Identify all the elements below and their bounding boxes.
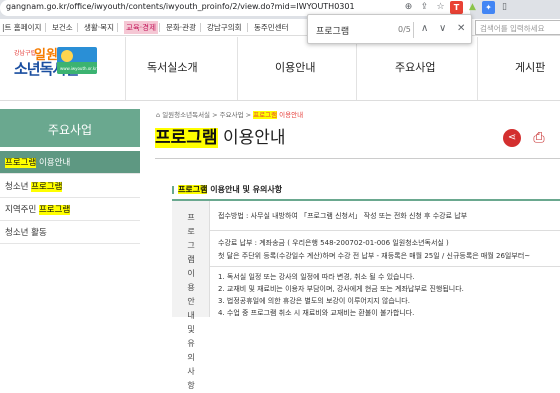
find-close-icon[interactable]: ✕ (457, 23, 465, 34)
sidebar-toggle-icon[interactable]: ▯ (498, 1, 511, 14)
share-icon[interactable]: ⇪ (418, 1, 431, 14)
sidebar-item-program-guide[interactable]: 프로그램 이용안내 (0, 151, 140, 174)
extension-triangle-icon[interactable]: ▲ (466, 1, 479, 14)
find-bar: 프로그램 0/5 ∧ ∨ ✕ (307, 14, 472, 44)
table-row: 접수방법 : 사무실 내방하여 「프로그램 신청서」 작성 또는 전화 신청 후… (210, 201, 560, 231)
browser-chrome: gangnam.go.kr/office/iwyouth/contents/iw… (0, 0, 560, 36)
list-item: 3. 법정공휴일에 의한 휴강은 별도의 보강이 이루어지지 않습니다. (218, 297, 410, 305)
nav-item-board[interactable]: 게시판 (515, 59, 545, 75)
nav-item-about[interactable]: 독서실소개 (147, 59, 198, 75)
sidebar-item-youth-activity[interactable]: 청소년 활동 (0, 221, 140, 244)
sidebar-title: 주요사업 (47, 123, 93, 137)
bookmark-item[interactable]: 강남구의회 (207, 22, 242, 33)
table-row: 1. 독서실 일정 또는 강사의 일정에 따라 변경, 취소 될 수 있습니다.… (210, 267, 560, 317)
sidebar-item-youth-program[interactable]: 청소년 프로그램 (0, 175, 140, 198)
bookmark-item[interactable]: 동주민센터 (254, 22, 289, 33)
star-icon[interactable]: ☆ (434, 1, 447, 14)
extension-icon[interactable]: T (450, 1, 463, 14)
extension-puzzle-icon[interactable]: ✦ (482, 1, 495, 14)
table-row: 수강료 납부 : 계좌송금 ( 우리은행 548-200702-01-006 일… (210, 231, 560, 267)
search-placeholder: 검색어를 입력하세요 (480, 24, 545, 33)
list-item: 1. 독서실 일정 또는 강사의 일정에 따라 변경, 취소 될 수 있습니다. (218, 273, 415, 281)
bookmark-item[interactable]: 보건소 (52, 22, 73, 33)
bookmark-item[interactable]: 생활·복지 (84, 22, 114, 33)
find-next-icon[interactable]: ∨ (439, 23, 446, 34)
url-text[interactable]: gangnam.go.kr/office/iwyouth/contents/iw… (6, 2, 355, 11)
share-icon[interactable]: ⋖ (503, 129, 521, 147)
page-title: 프로그램 이용안내 (155, 128, 286, 148)
breadcrumb: ⌂ 일원청소년독서실 > 주요사업 > 프로그램 이용안내 (156, 111, 304, 119)
info-table: 프로그램 이용안내 및 유의사항 접수방법 : 사무실 내방하여 「프로그램 신… (172, 199, 560, 390)
sidebar-item-resident-program[interactable]: 지역주민 프로그램 (0, 198, 140, 221)
zoom-icon[interactable]: ⊕ (402, 1, 415, 14)
sidebar-header: 주요사업 (0, 109, 140, 147)
section-heading: 프로그램 이용안내 및 유의사항 (178, 185, 283, 194)
bookmark-item[interactable]: |트 홈페이지 (2, 22, 41, 33)
nav-item-guide[interactable]: 이용안내 (275, 59, 315, 75)
bookmark-item[interactable]: 문화·관광 (166, 22, 196, 33)
table-header-cell: 프로그램 이용안내 및 유의사항 (172, 201, 210, 390)
list-item: 2. 교재비 및 재료비는 이용자 부담이며, 강사에게 현금 또는 계좌납부로… (218, 285, 464, 293)
logo-mark-icon[interactable]: www.iwyouth.or.kr (57, 47, 97, 74)
bookmark-item-active[interactable]: 교육·경제 (124, 21, 158, 34)
logo-small-text: 강남구립 (14, 50, 37, 57)
site-search-input[interactable]: 검색어를 입력하세요 (475, 20, 560, 35)
nav-item-programs[interactable]: 주요사업 (395, 59, 435, 75)
list-item: 4. 수업 중 프로그램 취소 시 재료비와 교재비는 환불이 불가합니다. (218, 309, 415, 317)
find-match-count: 0/5 (398, 25, 411, 34)
find-input[interactable]: 프로그램 (316, 24, 349, 37)
print-icon[interactable]: ⎙ (530, 129, 548, 147)
find-prev-icon[interactable]: ∧ (421, 23, 428, 34)
